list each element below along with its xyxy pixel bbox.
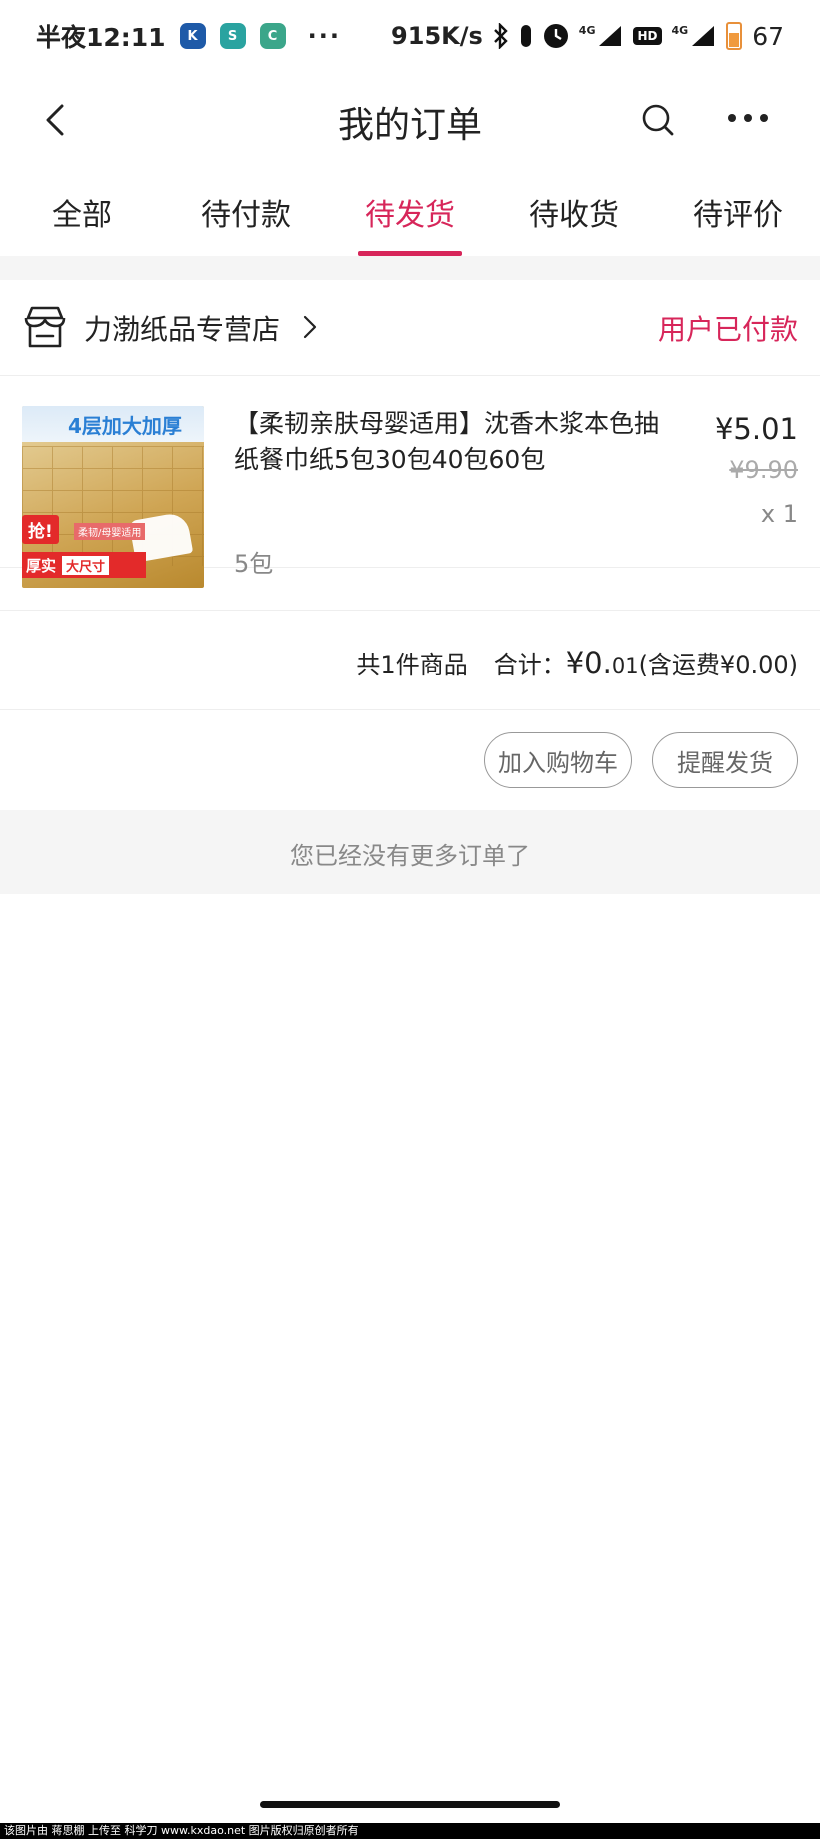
product-thumbnail[interactable]: 4层加大加厚 抢! 柔韧/母婴适用 厚实 大尺寸: [22, 406, 204, 588]
battery-level: 67: [752, 21, 784, 51]
store-icon: [24, 306, 66, 348]
more-icon[interactable]: [724, 98, 772, 138]
status-bar: 半夜12:11 K S C ··· 915K/s 4G HD 4G 67: [0, 0, 820, 72]
order-status: 用户已付款: [657, 313, 798, 346]
status-time: 半夜12:11: [36, 23, 166, 52]
section-gap: [0, 256, 820, 280]
remind-shipment-button[interactable]: 提醒发货: [652, 732, 798, 788]
store-name[interactable]: 力渤纸品专营店: [84, 308, 280, 348]
order-tabs: 全部 待付款 待发货 待收货 待评价: [0, 168, 820, 256]
home-indicator[interactable]: [260, 1801, 560, 1808]
signal-2-icon: [692, 26, 715, 46]
total-amount-main: ¥0.: [565, 646, 612, 680]
search-icon[interactable]: [640, 100, 676, 140]
signal-2: 4G: [672, 24, 717, 48]
product-price: ¥5.01: [714, 412, 798, 446]
app-chat-icon: C: [259, 23, 286, 49]
total-label: 合计：: [493, 651, 566, 679]
summary-text: 共1件商品 合计： ¥0. 01 (含运费¥0.00): [356, 645, 798, 680]
shipping-fee: (含运费¥0.00): [638, 651, 798, 679]
thumb-tag-b: 大尺寸: [62, 555, 110, 575]
network-type-1: 4G: [578, 24, 596, 37]
page-title: 我的订单: [337, 105, 482, 146]
order-summary: 共1件商品 合计： ¥0. 01 (含运费¥0.00): [0, 610, 820, 710]
watermark-footer: 该图片由 蒋思棚 上传至 科学刀 www.kxdao.net 图片版权归原创者所…: [0, 1823, 820, 1839]
order-item[interactable]: 4层加大加厚 抢! 柔韧/母婴适用 厚实 大尺寸 【柔韧亲肤母婴适用】沈香木浆本…: [0, 376, 820, 588]
thumb-tag-a: 厚实: [26, 556, 57, 575]
status-left: 半夜12:11 K S C ···: [36, 18, 341, 54]
product-title[interactable]: 【柔韧亲肤母婴适用】沈香木浆本色抽纸餐巾纸5包30包40包60包: [234, 406, 664, 478]
tab-pending-payment[interactable]: 待付款: [164, 168, 328, 256]
chevron-right-icon: [303, 315, 317, 339]
tab-pending-shipment[interactable]: 待发货: [328, 168, 492, 256]
signal-1-icon: [599, 26, 622, 46]
orders-page: 半夜12:11 K S C ··· 915K/s 4G HD 4G 67 我的订…: [0, 0, 820, 1839]
store-row[interactable]: 力渤纸品专营店 用户已付款: [0, 280, 820, 376]
top-nav: 我的订单: [0, 72, 820, 168]
status-right: 915K/s 4G HD 4G 67: [391, 22, 784, 51]
thumb-badge: 抢!: [22, 515, 59, 544]
thumb-title: 4层加大加厚: [68, 414, 182, 438]
total-amount-cents: 01: [611, 654, 639, 678]
tab-all[interactable]: 全部: [0, 168, 164, 256]
alarm-icon: [543, 24, 568, 48]
item-count: 共1件商品: [356, 651, 468, 679]
add-to-cart-button[interactable]: 加入购物车: [484, 732, 632, 788]
order-card[interactable]: 力渤纸品专营店 用户已付款 4层加大加厚 抢! 柔韧/母婴适用 厚实 大尺寸 【…: [0, 280, 820, 810]
hd-badge: HD: [633, 27, 662, 45]
thumb-tag-bar: 厚实 大尺寸: [22, 552, 146, 578]
tab-pending-review[interactable]: 待评价: [656, 168, 820, 256]
thumb-subtitle: 柔韧/母婴适用: [74, 523, 146, 540]
order-actions: 加入购物车 提醒发货: [0, 710, 820, 810]
no-more-orders: 您已经没有更多订单了: [0, 810, 820, 894]
product-spec: 5包: [234, 550, 274, 578]
tab-pending-receipt[interactable]: 待收货: [492, 168, 656, 256]
signal-1: 4G: [579, 24, 624, 48]
product-quantity: x 1: [760, 500, 798, 528]
battery-icon: [726, 22, 743, 50]
network-type-2: 4G: [671, 24, 689, 37]
bluetooth-icon: [493, 23, 508, 49]
original-price: ¥9.90: [729, 456, 798, 484]
status-overflow-icon: ···: [307, 22, 341, 50]
vibrate-icon: [520, 25, 531, 47]
app-shield-icon: S: [219, 23, 246, 49]
net-speed: 915K/s: [391, 22, 483, 50]
app-k-icon: K: [179, 23, 206, 49]
